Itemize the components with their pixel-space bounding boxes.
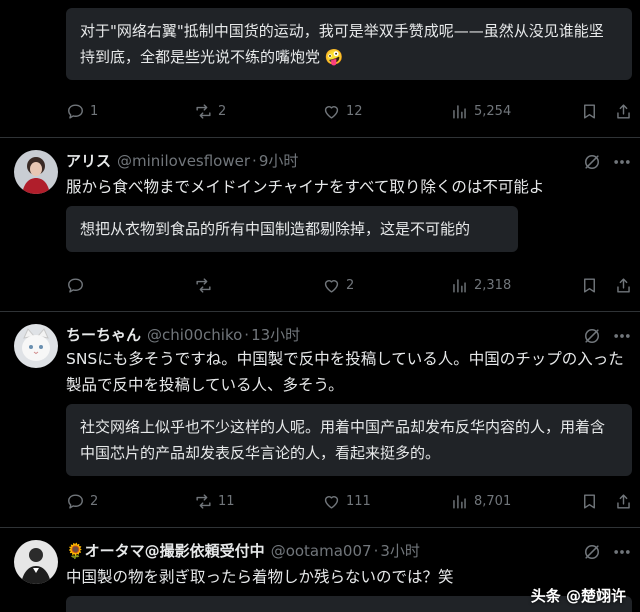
translation-text: 对于"网络右翼"抵制中国货的运动，我可是举双手赞成呢——虽然从没见谁能坚持到底，… <box>80 22 604 66</box>
timestamp[interactable]: 13小时 <box>251 324 300 345</box>
separator-dot: · <box>373 542 379 560</box>
user-handle[interactable]: @minilovesflower <box>117 152 250 170</box>
repost-button[interactable] <box>194 276 218 295</box>
share-upload-icon <box>617 494 630 509</box>
views-count: 8,701 <box>474 494 512 509</box>
heart-icon <box>324 496 339 509</box>
like-count: 2 <box>346 278 355 293</box>
reply-button[interactable]: 1 <box>66 102 98 121</box>
heart-icon <box>324 280 339 293</box>
post-0[interactable]: 对于"网络右翼"抵制中国货的运动，我可是举双手赞成呢——虽然从没见谁能坚持到底，… <box>0 0 640 138</box>
translation-text: 想把从衣物到食品的所有中国制造都剔除掉，这是不可能的 <box>80 220 471 238</box>
bookmark-icon <box>584 278 595 293</box>
like-button[interactable]: 2 <box>322 276 354 295</box>
views-count: 2,318 <box>474 278 512 293</box>
repost-arrows-icon <box>196 278 211 293</box>
heart-icon <box>324 106 339 119</box>
bookmark-icon <box>584 104 595 119</box>
repost-count: 11 <box>218 494 235 509</box>
bookmark-button[interactable] <box>580 276 599 295</box>
repost-arrows-icon <box>196 104 211 119</box>
share-upload-icon <box>617 278 630 293</box>
views-count: 5,254 <box>474 104 512 119</box>
user-handle[interactable]: @ootama007 <box>271 542 372 560</box>
share-upload-icon <box>617 104 630 119</box>
post-header: アリス @minilovesflower · 9小时 <box>66 150 298 171</box>
action-bar: 1 2 12 5,254 <box>66 102 632 124</box>
more-dots-icon <box>614 550 630 554</box>
watermark: 头条 @楚翊许 <box>530 587 626 605</box>
repost-arrows-icon <box>196 494 211 509</box>
avatar[interactable] <box>14 150 58 194</box>
speech-bubble-icon <box>68 278 83 293</box>
bar-chart-icon <box>453 105 466 119</box>
more-button[interactable] <box>612 152 632 172</box>
bar-chart-icon <box>453 279 466 293</box>
like-count: 111 <box>346 494 371 509</box>
grok-button[interactable] <box>582 542 602 562</box>
translation-box: 想把从衣物到食品的所有中国制造都剔除掉，这是不可能的 <box>66 206 518 252</box>
more-button[interactable] <box>612 326 632 346</box>
display-name[interactable]: ちーちゃん <box>66 324 141 345</box>
post-text: 服から食べ物までメイドインチャイナをすべて取り除くのは不可能よ <box>66 178 545 196</box>
repost-button[interactable]: 2 <box>194 102 226 121</box>
repost-count: 2 <box>218 104 227 119</box>
action-bar: 2 11 111 8,701 <box>66 492 632 514</box>
views-button[interactable]: 5,254 <box>450 102 511 121</box>
share-button[interactable] <box>614 276 633 295</box>
grok-slash-circle-icon <box>585 329 599 343</box>
timestamp[interactable]: 3小时 <box>380 540 420 561</box>
share-button[interactable] <box>614 492 633 511</box>
bookmark-button[interactable] <box>580 492 599 511</box>
translation-box: 社交网络上似乎也不少这样的人呢。用着中国产品却发布反华内容的人，用着含中国芯片的… <box>66 404 632 476</box>
bar-chart-icon <box>453 495 466 509</box>
more-dots-icon <box>614 160 630 164</box>
user-handle[interactable]: @chi00chiko <box>147 326 242 344</box>
speech-bubble-icon <box>68 494 83 509</box>
reply-button[interactable] <box>66 276 90 295</box>
like-button[interactable]: 111 <box>322 492 371 511</box>
timestamp[interactable]: 9小时 <box>259 150 299 171</box>
bookmark-icon <box>584 494 595 509</box>
repost-button[interactable]: 11 <box>194 492 235 511</box>
display-name[interactable]: アリス <box>66 150 111 171</box>
display-name[interactable]: 🌻オータマ@撮影依頼受付中 <box>66 540 265 561</box>
share-button[interactable] <box>614 102 633 121</box>
post-header: 🌻オータマ@撮影依頼受付中 @ootama007 · 3小时 <box>66 540 420 561</box>
separator-dot: · <box>252 152 257 170</box>
views-button[interactable]: 8,701 <box>450 492 511 511</box>
post-header: ちーちゃん @chi00chiko · 13小时 <box>66 324 300 345</box>
avatar[interactable] <box>14 540 58 584</box>
grok-slash-circle-icon <box>585 155 599 169</box>
like-button[interactable]: 12 <box>322 102 363 121</box>
translation-text: 社交网络上似乎也不少这样的人呢。用着中国产品却发布反华内容的人，用着含中国芯片的… <box>80 418 606 462</box>
post-2[interactable]: ちーちゃん @chi00chiko · 13小时 SNSにも多そうですね。中国製… <box>0 312 640 527</box>
translation-box: 对于"网络右翼"抵制中国货的运动，我可是举双手赞成呢——虽然从没见谁能坚持到底，… <box>66 8 632 80</box>
reply-count: 1 <box>90 104 99 119</box>
more-button[interactable] <box>612 542 632 562</box>
reply-button[interactable]: 2 <box>66 492 98 511</box>
bookmark-button[interactable] <box>580 102 599 121</box>
action-bar: 2 2,318 <box>66 276 632 298</box>
separator-dot: · <box>244 326 250 344</box>
grok-slash-circle-icon <box>585 545 599 559</box>
speech-bubble-icon <box>68 104 83 119</box>
avatar[interactable] <box>14 324 58 368</box>
post-text: SNSにも多そうですね。中国製で反中を投稿している人。中国のチップの入った製品で… <box>66 350 624 394</box>
grok-button[interactable] <box>582 326 602 346</box>
reply-count: 2 <box>90 494 99 509</box>
like-count: 12 <box>346 104 363 119</box>
grok-button[interactable] <box>582 152 602 172</box>
views-button[interactable]: 2,318 <box>450 276 511 295</box>
post-1[interactable]: アリス @minilovesflower · 9小时 服から食べ物までメイドイン… <box>0 138 640 311</box>
more-dots-icon <box>614 334 630 338</box>
